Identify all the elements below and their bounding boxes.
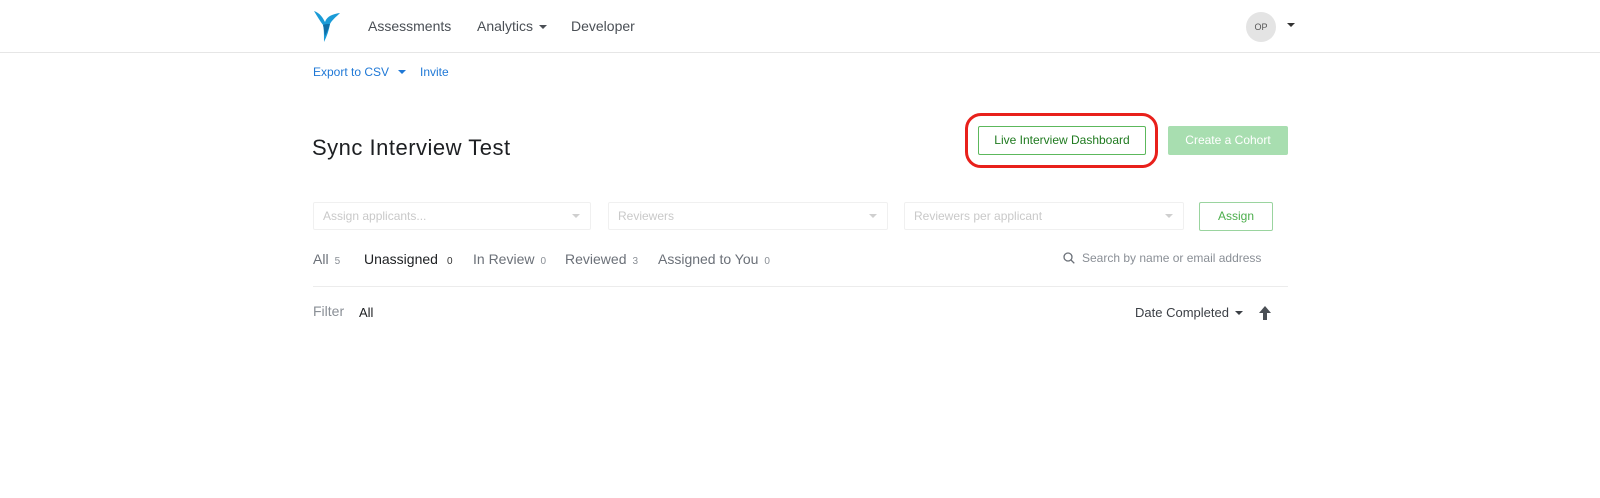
tab-label: Unassigned [364, 251, 438, 267]
tab-all[interactable]: All 5 [313, 251, 340, 267]
tab-in-review[interactable]: In Review 0 [473, 251, 546, 267]
tab-count: 5 [334, 256, 341, 267]
invite-link[interactable]: Invite [420, 65, 449, 79]
sort-label: Date Completed [1135, 305, 1229, 320]
tab-label: All [313, 251, 329, 267]
tab-count: 0 [540, 256, 547, 267]
nav-assessments[interactable]: Assessments [368, 18, 451, 34]
reviewers-placeholder: Reviewers [618, 209, 675, 223]
page-title: Sync Interview Test [312, 135, 511, 160]
filter-label: Filter [313, 303, 345, 319]
assign-applicants-select[interactable]: Assign applicants... [313, 202, 591, 230]
chevron-down-icon [398, 70, 407, 74]
chevron-down-icon [1234, 311, 1243, 315]
avatar[interactable]: OP [1246, 12, 1276, 42]
sort-select[interactable]: Date Completed [1135, 305, 1243, 320]
reviewers-per-applicant-placeholder: Reviewers per applicant [914, 209, 1043, 223]
search-input[interactable] [1082, 247, 1282, 269]
tab-count: 3 [632, 256, 639, 267]
filter-select[interactable]: All [359, 305, 373, 320]
reviewers-per-applicant-select[interactable]: Reviewers per applicant [904, 202, 1184, 230]
tab-label: Assigned to You [658, 251, 759, 267]
nav-analytics-label: Analytics [477, 18, 534, 34]
tab-assigned-to-you[interactable]: Assigned to You 0 [658, 251, 770, 267]
export-csv-link[interactable]: Export to CSV [313, 65, 407, 79]
chevron-down-icon [869, 214, 877, 218]
assign-applicants-placeholder: Assign applicants... [323, 209, 427, 223]
nav-analytics[interactable]: Analytics [477, 18, 548, 34]
search-box [1063, 247, 1288, 269]
chevron-down-icon [539, 25, 548, 29]
divider [313, 286, 1288, 287]
chevron-down-icon [572, 214, 580, 218]
create-cohort-button[interactable]: Create a Cohort [1168, 126, 1288, 155]
export-csv-label: Export to CSV [313, 65, 390, 79]
live-interview-dashboard-button[interactable]: Live Interview Dashboard [978, 126, 1146, 155]
tab-count: 0 [446, 256, 453, 267]
tab-unassigned[interactable]: Unassigned 0 [364, 251, 453, 267]
hummingbird-logo-icon[interactable] [312, 9, 342, 43]
tab-label: In Review [473, 251, 535, 267]
assign-button[interactable]: Assign [1199, 202, 1273, 231]
tab-count: 0 [764, 256, 770, 267]
chevron-down-icon[interactable] [1287, 23, 1295, 27]
nav-developer[interactable]: Developer [571, 18, 635, 34]
reviewers-select[interactable]: Reviewers [608, 202, 888, 230]
search-icon [1063, 252, 1075, 264]
top-navigation-bar: Assessments Analytics Developer OP [0, 0, 1600, 53]
tab-label: Reviewed [565, 251, 627, 267]
chevron-down-icon [1165, 214, 1173, 218]
tab-reviewed[interactable]: Reviewed 3 [565, 251, 638, 267]
arrow-up-icon[interactable] [1258, 305, 1272, 321]
